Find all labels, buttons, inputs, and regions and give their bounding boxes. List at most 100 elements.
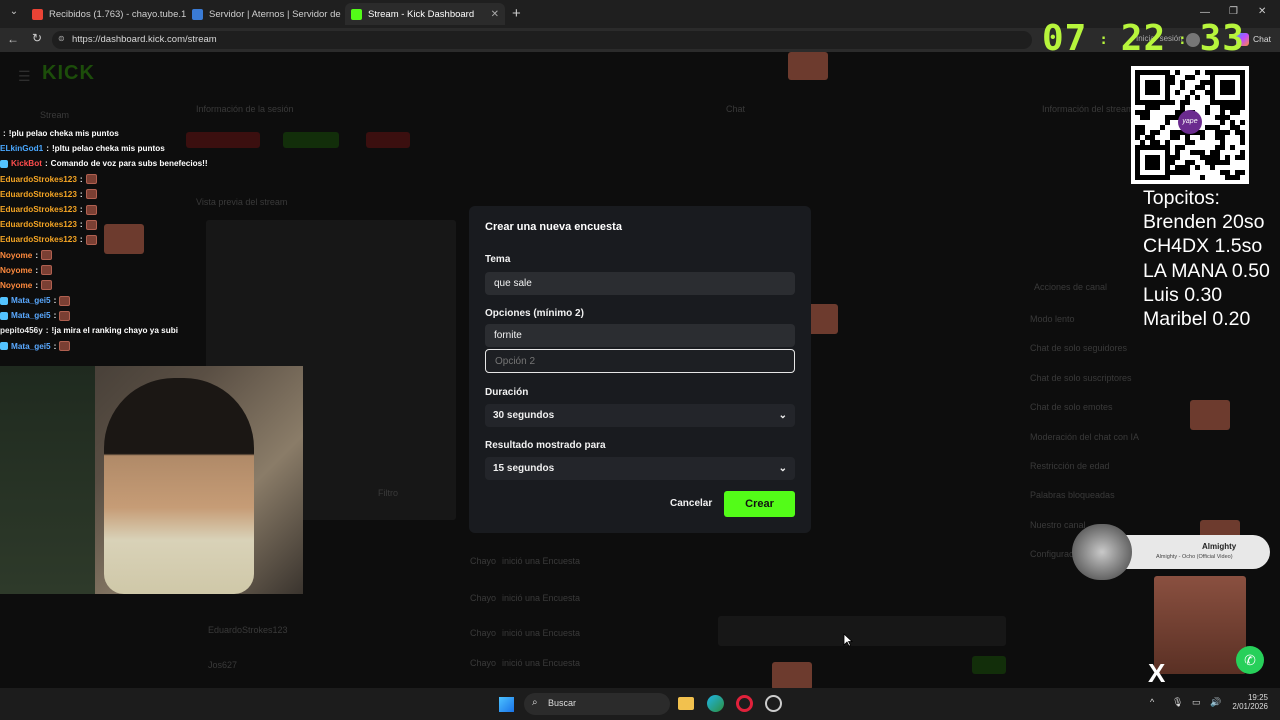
chat-send-block[interactable] bbox=[972, 656, 1006, 674]
filter-label[interactable]: Filtro bbox=[378, 488, 398, 498]
chat-username[interactable]: Mata_gei5 bbox=[11, 293, 51, 308]
chat-message: EduardoStrokes123: bbox=[0, 202, 300, 217]
tab-title: Stream - Kick Dashboard bbox=[368, 8, 475, 20]
activity-user: Chayo bbox=[470, 628, 497, 638]
chat-title: Chat bbox=[726, 104, 746, 114]
clock-seconds: 33 bbox=[1199, 18, 1245, 59]
chat-username[interactable]: Noyome bbox=[0, 278, 32, 293]
chat-username[interactable]: EduardoStrokes123 bbox=[0, 217, 77, 232]
christmas-tree bbox=[0, 366, 95, 594]
floating-emote bbox=[788, 52, 828, 80]
aternos-icon bbox=[192, 8, 203, 20]
emote-icon bbox=[59, 341, 71, 352]
volume-icon[interactable]: 🔊 bbox=[1210, 697, 1221, 708]
obs-icon[interactable] bbox=[765, 695, 782, 712]
tab-kick-dashboard[interactable]: Stream - Kick Dashboard ✕ bbox=[345, 3, 505, 25]
activity-text: inició una Encuesta bbox=[502, 658, 581, 668]
nav-stream[interactable]: Stream bbox=[40, 110, 69, 120]
mouse-cursor-icon bbox=[843, 633, 853, 647]
chat-username[interactable]: EduardoStrokes123 bbox=[0, 187, 77, 202]
chat-username[interactable]: EduardoStrokes123 bbox=[0, 202, 77, 217]
chat-separator: : bbox=[35, 265, 39, 275]
url-field[interactable]: ⊜ https://dashboard.kick.com/stream bbox=[52, 31, 1032, 49]
topic-label: Tema bbox=[485, 254, 511, 265]
x-logo: X bbox=[1148, 658, 1166, 688]
taskbar-clock[interactable]: 19:25 2/01/2026 bbox=[1232, 693, 1268, 711]
tab-list-icon[interactable]: ⌄ bbox=[6, 6, 22, 22]
badge-icon bbox=[0, 311, 8, 320]
chat-action-item[interactable]: Restricción de edad bbox=[1030, 461, 1150, 490]
chat-username[interactable]: KickBot bbox=[11, 156, 42, 171]
topcitos-title: Topcitos: bbox=[1143, 187, 1220, 209]
minimize-icon[interactable]: — bbox=[1200, 7, 1210, 18]
site-info-icon[interactable]: ⊜ bbox=[58, 34, 65, 43]
edge-icon[interactable] bbox=[707, 695, 724, 712]
windows-start-icon[interactable] bbox=[499, 697, 514, 712]
chat-message: Noyome: bbox=[0, 263, 300, 278]
chat-username[interactable]: EduardoStrokes123 bbox=[0, 172, 77, 187]
chat-username[interactable]: pepito456y bbox=[0, 323, 43, 338]
option-1-input[interactable] bbox=[485, 324, 795, 347]
chat-action-item[interactable]: Chat de solo suscriptores bbox=[1030, 373, 1150, 402]
chat-action-item[interactable]: Moderación del chat con IA bbox=[1030, 432, 1150, 461]
chat-button[interactable]: Chat bbox=[1253, 34, 1271, 44]
tray-chevron-icon[interactable]: ^ bbox=[1150, 697, 1154, 707]
option-2-input[interactable] bbox=[485, 349, 795, 373]
chat-action-item[interactable]: Palabras bloqueadas bbox=[1030, 490, 1150, 519]
chat-action-item[interactable]: Modo lento bbox=[1030, 314, 1150, 343]
search-icon: ⌕ bbox=[532, 697, 538, 708]
menu-icon[interactable]: ☰ bbox=[18, 68, 31, 85]
result-value: 15 segundos bbox=[493, 463, 555, 474]
maximize-icon[interactable]: ❐ bbox=[1229, 6, 1238, 17]
chevron-down-icon: ⌄ bbox=[778, 463, 787, 474]
chat-username[interactable]: Mata_gei5 bbox=[11, 339, 51, 354]
chat-username[interactable]: Noyome bbox=[0, 263, 32, 278]
taskbar-search[interactable]: ⌕ Buscar bbox=[524, 693, 670, 715]
tab-gmail[interactable]: Recibidos (1.763) - chayo.tube.18@ ✕ bbox=[26, 3, 186, 25]
chat-separator: : bbox=[3, 129, 6, 138]
kick-icon bbox=[351, 8, 362, 20]
chat-username[interactable]: Mata_gei5 bbox=[11, 308, 51, 323]
modal-title: Crear una nueva encuesta bbox=[485, 221, 622, 233]
reload-icon[interactable]: ↻ bbox=[32, 31, 42, 45]
file-explorer-icon[interactable] bbox=[678, 697, 694, 710]
chat-action-item[interactable]: Chat de solo seguidores bbox=[1030, 343, 1150, 372]
close-window-icon[interactable]: ✕ bbox=[1258, 6, 1266, 17]
tab-title: Servidor | Aternos | Servidor de Mi bbox=[209, 8, 344, 20]
opera-icon[interactable] bbox=[736, 695, 753, 712]
chat-message: Noyome: bbox=[0, 278, 300, 293]
chat-text: !ja mira el ranking chayo ya subi bbox=[51, 326, 179, 336]
duration-select[interactable]: 30 segundos ⌄ bbox=[485, 404, 795, 427]
new-tab-icon[interactable]: + bbox=[512, 5, 521, 22]
chat-action-item[interactable]: Chat de solo emotes bbox=[1030, 402, 1150, 431]
network-icon[interactable]: ▭ bbox=[1192, 697, 1201, 708]
back-icon[interactable]: ← bbox=[7, 32, 19, 46]
tab-aternos[interactable]: Servidor | Aternos | Servidor de Mi ✕ bbox=[186, 3, 344, 25]
floating-emote-large bbox=[1154, 576, 1246, 674]
create-button[interactable]: Crear bbox=[724, 491, 795, 517]
duration-label: Duración bbox=[485, 387, 529, 398]
result-select[interactable]: 15 segundos ⌄ bbox=[485, 457, 795, 480]
close-icon[interactable]: ✕ bbox=[485, 9, 499, 20]
topcitos-list: Topcitos: Brenden 20so CH4DX 1.5so LA MA… bbox=[1143, 186, 1270, 331]
windows-taskbar: ⌕ Buscar ^ 🎙 ▭ 🔊 19:25 2/01/2026 bbox=[0, 688, 1280, 720]
topcito-item: Brenden 20so bbox=[1143, 211, 1265, 234]
chat-message: EduardoStrokes123: bbox=[0, 172, 300, 187]
kick-logo[interactable]: KICK bbox=[42, 62, 95, 85]
chat-input-block[interactable] bbox=[718, 616, 1006, 646]
microphone-icon[interactable]: 🎙 bbox=[1172, 697, 1183, 708]
search-label: Buscar bbox=[548, 698, 577, 708]
topic-input[interactable] bbox=[485, 272, 795, 295]
cancel-button[interactable]: Cancelar bbox=[670, 498, 712, 509]
chat-username[interactable]: ELkinGod1 bbox=[0, 141, 43, 156]
topcito-item: LA MANA 0.50 bbox=[1143, 259, 1270, 282]
chat-separator: : bbox=[53, 311, 57, 321]
create-poll-modal: Crear una nueva encuesta Tema Opciones (… bbox=[469, 206, 811, 533]
chat-separator: : bbox=[79, 174, 83, 184]
chat-username[interactable]: EduardoStrokes123 bbox=[0, 232, 77, 247]
result-label: Resultado mostrado para bbox=[485, 440, 606, 451]
activity-username: EduardoStrokes123 bbox=[208, 625, 288, 635]
tab-title: Recibidos (1.763) - chayo.tube.18@ bbox=[49, 8, 186, 20]
chat-username[interactable]: Noyome bbox=[0, 248, 32, 263]
chat-separator: : bbox=[46, 144, 49, 154]
